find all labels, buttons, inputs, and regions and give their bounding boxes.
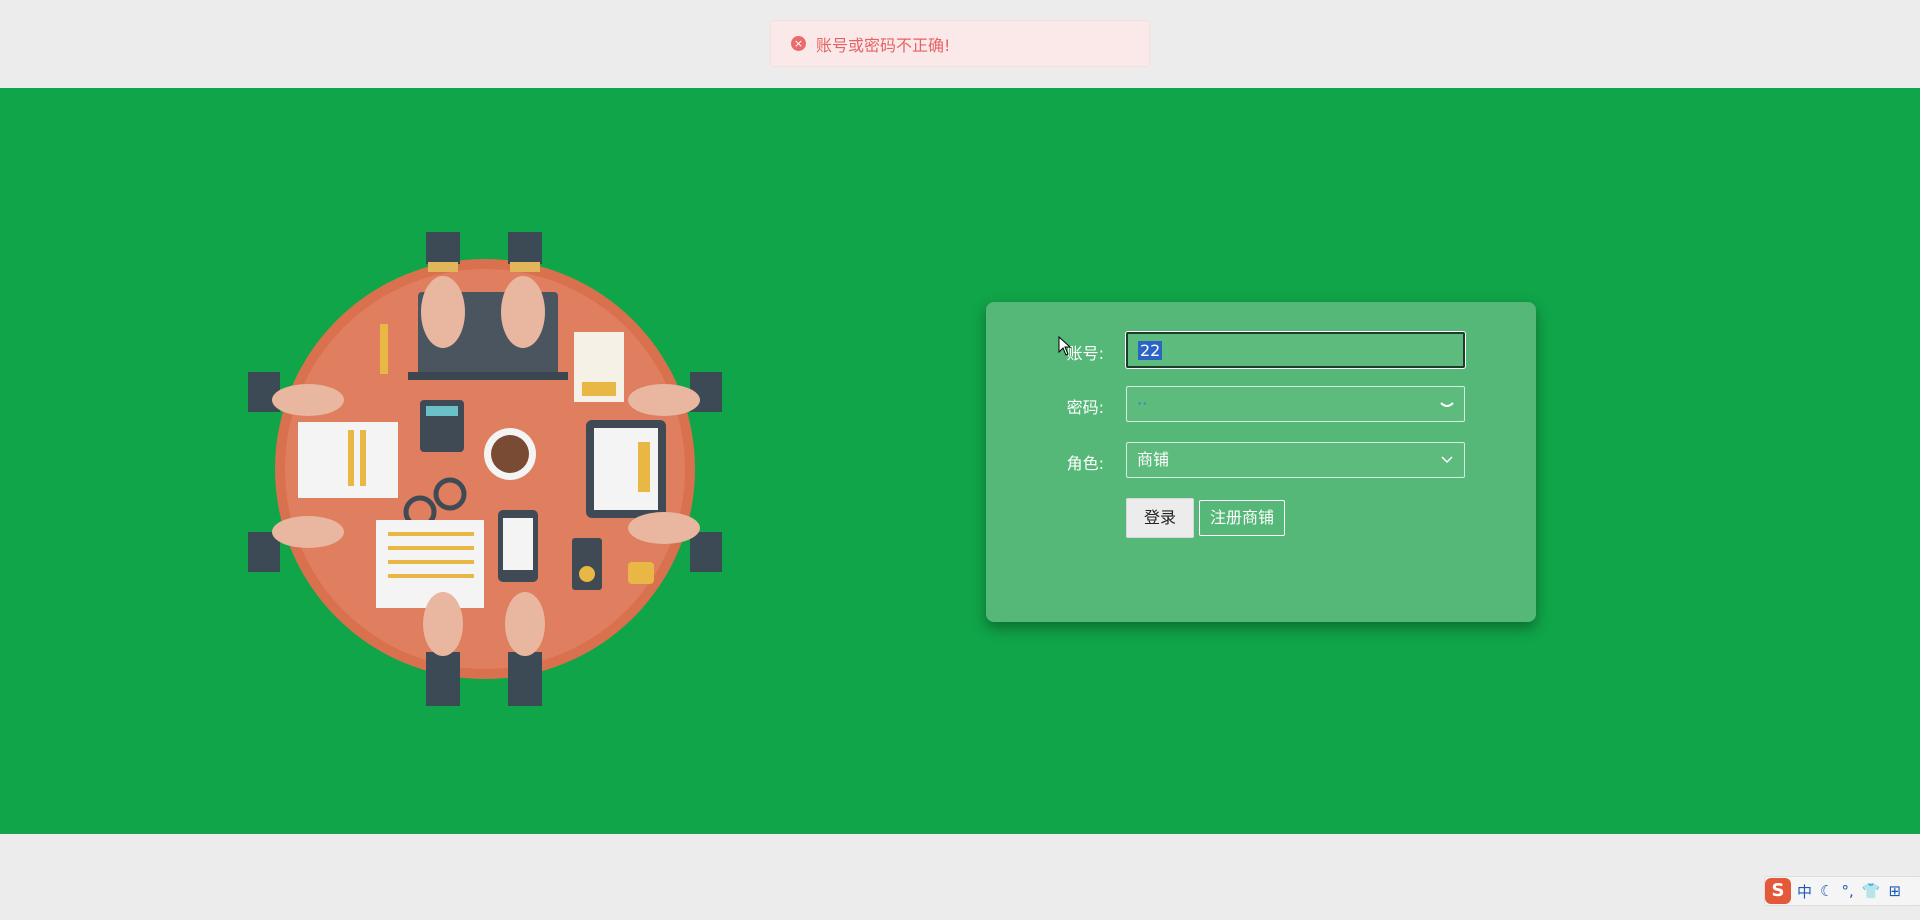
ime-toolbar[interactable]: S 中 ☾ °, 👕 ⊞	[1764, 876, 1920, 906]
top-bar: × 账号或密码不正确!	[0, 0, 1920, 88]
role-row: 角色: 商铺	[986, 442, 1536, 478]
moon-icon[interactable]: ☾	[1820, 882, 1833, 900]
bottom-bar	[0, 834, 1920, 920]
account-input[interactable]: 22	[1126, 332, 1465, 368]
pencil	[380, 324, 388, 374]
skin-icon[interactable]: 👕	[1862, 882, 1881, 900]
chevron-down-icon	[1440, 443, 1454, 490]
mouse-cursor-icon	[1058, 336, 1072, 356]
login-button[interactable]: 登录	[1126, 498, 1194, 538]
register-shop-button[interactable]: 注册商铺	[1199, 500, 1285, 536]
punctuation-icon[interactable]: °,	[1841, 882, 1853, 900]
password-row: 密码: ··	[986, 386, 1536, 422]
role-value: 商铺	[1137, 450, 1170, 469]
music-player	[572, 538, 602, 590]
error-alert: × 账号或密码不正确!	[770, 20, 1150, 67]
password-label: 密码:	[1066, 398, 1104, 417]
password-value: ··	[1137, 394, 1148, 413]
menu-grid-icon[interactable]: ⊞	[1888, 882, 1901, 900]
password-input[interactable]: ··	[1126, 386, 1465, 422]
alert-message: 账号或密码不正确!	[816, 35, 951, 55]
ime-logo-icon[interactable]: S	[1765, 878, 1791, 904]
role-select[interactable]: 商铺	[1126, 442, 1465, 478]
role-label: 角色:	[1066, 454, 1104, 473]
ime-chinese-mode[interactable]: 中	[1797, 881, 1812, 902]
eye-closed-icon[interactable]	[1440, 387, 1454, 434]
meeting-illustration	[248, 232, 722, 706]
account-label: 账号:	[1066, 344, 1104, 363]
error-circle-icon: ×	[791, 36, 806, 51]
account-value: 22	[1138, 341, 1163, 360]
